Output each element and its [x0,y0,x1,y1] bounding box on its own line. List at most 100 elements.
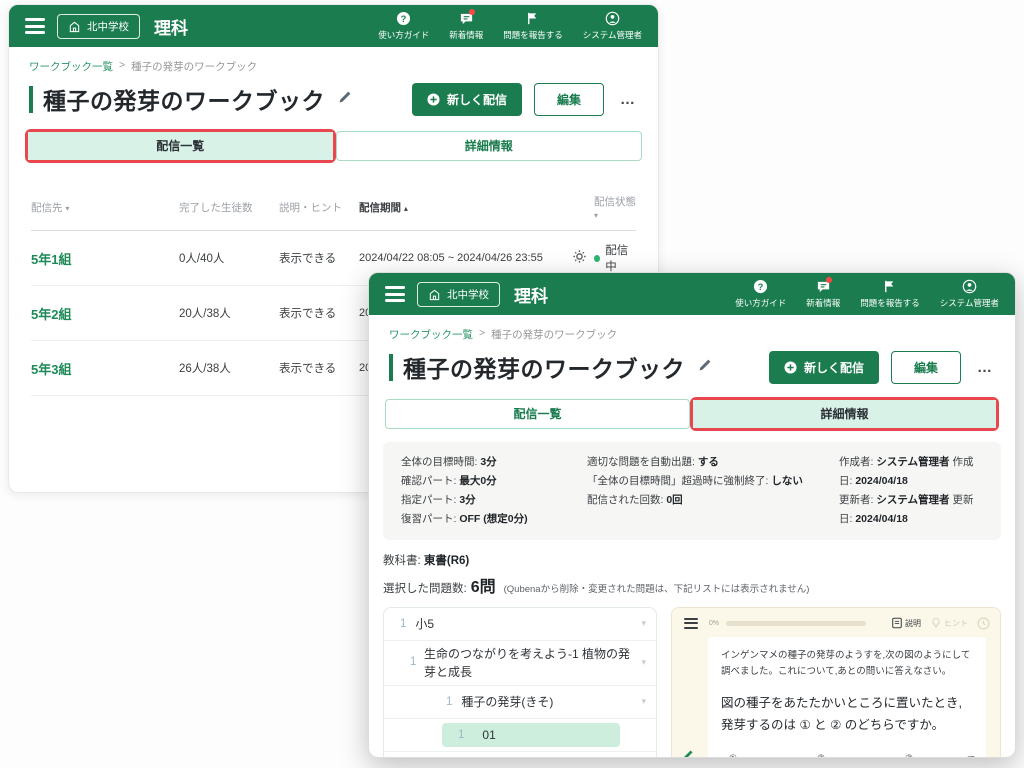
experiment-figure: ① 種子 水でしめらせた [721,753,973,758]
svg-text:?: ? [758,282,764,292]
title-actions: 新しく配信 編集 … [412,83,640,116]
textbook-line: 教科書: 東書(R6) [383,552,1001,568]
title-row: 種子の発芽のワークブック 新しく配信 編集 … [9,74,658,116]
edit-title-icon[interactable] [337,89,353,110]
help-icon: ? [396,11,411,26]
new-delivery-button[interactable]: 新しく配信 [412,83,522,116]
menu-icon[interactable] [25,18,45,34]
edit-button[interactable]: 編集 [534,83,604,116]
title-actions: 新しく配信 編集 … [769,351,997,384]
new-delivery-button[interactable]: 新しく配信 [769,351,879,384]
class-link[interactable]: 5年2組 [31,304,179,323]
school-name: 北中学校 [87,19,129,34]
school-name: 北中学校 [447,287,489,302]
breadcrumb-parent[interactable]: ワークブック一覧 [29,59,113,74]
question-main-text: 図の種子をあたたかいところに置いたとき,発芽するのは ① と ② のどちらですか… [721,692,973,737]
school-selector[interactable]: 北中学校 [417,282,500,307]
info-column-times: 全体の目標時間: 3分 確認パート: 最大0分 指定パート: 3分 復習パート:… [401,453,587,529]
more-menu-button[interactable]: … [616,91,640,108]
completed-count: 26人/38人 [179,360,279,376]
school-building-icon [428,288,441,301]
tab-details[interactable]: 詳細情報 [336,131,643,161]
breadcrumb-parent[interactable]: ワークブック一覧 [389,327,473,342]
delivery-table-header: 配信先 ▾ 完了した生徒数 説明・ヒント 配信期間 ▴ 配信状態 ▾ [31,188,636,231]
timer-button[interactable] [977,617,990,630]
tree-item-question[interactable]: 2 02 [384,752,656,758]
completed-count: 20人/38人 [179,305,279,321]
gear-icon[interactable] [572,249,594,267]
lightbulb-icon [930,617,942,629]
progress-bar [726,621,866,626]
hint-button[interactable]: ヒント [930,617,968,629]
help-icon: ? [753,279,768,294]
tree-item-grade[interactable]: 1 小5 ▾ [384,608,656,641]
nav-account[interactable]: システム管理者 [940,279,999,309]
question-intro-text: インゲンマメの種子の発芽のようすを,次の図のようにして調べました。これについて,… [721,648,973,681]
question-preview-panel: 0% 説明 ヒント インゲンマメの種子の発 [671,607,1001,758]
hint-visibility: 表示できる [279,250,359,266]
nav-report[interactable]: 問題を報告する [503,11,563,41]
question-tree: 1 小5 ▾ 1 生命のつながりを考えよう-1 植物の発芽と成長 ▾ 1 種子の… [383,607,657,758]
school-building-icon [68,20,81,33]
info-column-meta: 作成者: システム管理者 作成日: 2024/04/18 更新者: システム管理… [839,453,983,529]
breadcrumb-current: 種子の発芽のワークブック [491,327,617,342]
preview-edit-pencil-icon[interactable] [680,748,695,758]
class-link[interactable]: 5年1組 [31,249,179,268]
notification-badge [469,9,475,15]
class-link[interactable]: 5年3組 [31,359,179,378]
nav-news[interactable]: 新着情報 [449,11,483,41]
cup-figure-2: ② 種子 だっし綿と水 [809,753,885,758]
app-nav: ? 使い方ガイド 新着情報 問題を報告する システム管理者 [735,279,999,309]
nav-news[interactable]: 新着情報 [806,279,840,309]
seed-label: 種子 [967,757,976,758]
user-icon [605,11,620,26]
sort-down-icon: ▾ [594,211,598,220]
title-accent-bar [29,86,33,113]
tree-item-question-selected[interactable]: 1 01 [384,719,656,752]
explanation-button[interactable]: 説明 [891,617,921,629]
more-menu-button[interactable]: … [973,359,997,376]
title-accent-bar [389,354,393,381]
plus-circle-icon [784,361,797,374]
col-status[interactable]: 配信状態 ▾ [594,194,636,221]
school-selector[interactable]: 北中学校 [57,14,140,39]
flag-icon [882,279,897,294]
note-icon [891,617,903,629]
subject-title: 理科 [154,14,188,39]
chevron-down-icon[interactable]: ▾ [641,656,646,670]
user-icon [962,279,977,294]
breadcrumb-separator: > [479,327,485,342]
sort-down-icon: ▾ [65,204,69,213]
nav-guide[interactable]: ? 使い方ガイド [735,279,786,309]
col-period[interactable]: 配信期間 ▴ [359,200,572,215]
nav-account[interactable]: システム管理者 [583,11,642,41]
edit-title-icon[interactable] [697,357,713,378]
annotation-highlight-box: 詳細情報 [690,397,999,431]
breadcrumb-separator: > [119,59,125,74]
tab-delivery-list[interactable]: 配信一覧 [28,132,333,160]
subject-title: 理科 [514,282,548,307]
workbook-info-panel: 全体の目標時間: 3分 確認パート: 最大0分 指定パート: 3分 復習パート:… [383,442,1001,540]
nav-report[interactable]: 問題を報告する [860,279,920,309]
preview-menu-icon[interactable] [684,618,698,629]
nav-guide[interactable]: ? 使い方ガイド [378,11,429,41]
question-count-line: 選択した問題数: 6問 (Qubenaから削除・変更された問題は、下記リストには… [383,573,1001,597]
tab-details[interactable]: 詳細情報 [693,400,996,428]
chevron-down-icon[interactable]: ▾ [641,618,646,629]
cup-figure-1: ① 種子 水でしめらせた [721,753,797,758]
tab-delivery-list[interactable]: 配信一覧 [385,399,690,429]
tree-item-unit[interactable]: 1 生命のつながりを考えよう-1 植物の発芽と成長 ▾ [384,641,656,686]
col-completed: 完了した生徒数 [179,200,279,215]
completed-count: 0人/40人 [179,250,279,266]
question-count-note: (Qubenaから削除・変更された問題は、下記リストには表示されません) [504,581,810,595]
progress-label: 0% [709,620,719,627]
question-section: 1 小5 ▾ 1 生命のつながりを考えよう-1 植物の発芽と成長 ▾ 1 種子の… [383,607,1001,758]
edit-button[interactable]: 編集 [891,351,961,384]
svg-text:?: ? [401,14,407,24]
hint-visibility: 表示できる [279,360,359,376]
tree-item-topic[interactable]: 1 種子の発芽(きそ) ▾ [384,686,656,719]
menu-icon[interactable] [385,286,405,302]
chevron-down-icon[interactable]: ▾ [641,696,646,707]
col-target[interactable]: 配信先 ▾ [31,200,179,215]
page-title: 種子の発芽のワークブック [43,82,325,116]
